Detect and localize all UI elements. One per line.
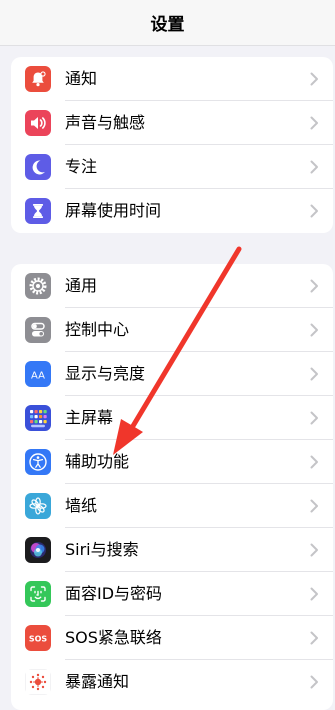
chevron-right-icon xyxy=(310,204,319,218)
siri-icon xyxy=(25,537,51,563)
settings-row-wallpaper[interactable]: 墙纸 xyxy=(11,484,333,528)
settings-row-home-screen[interactable]: 主屏幕 xyxy=(11,396,333,440)
accessibility-icon xyxy=(25,449,51,475)
settings-row-emergency-sos[interactable]: SOS SOS紧急联络 xyxy=(11,616,333,660)
settings-row-control-center[interactable]: 控制中心 xyxy=(11,308,333,352)
row-label: 墙纸 xyxy=(65,496,98,515)
chevron-right-icon xyxy=(310,323,319,337)
chevron-right-icon xyxy=(310,631,319,645)
sos-icon-text: SOS xyxy=(29,635,48,644)
chevron-right-icon xyxy=(310,675,319,689)
notifications-icon xyxy=(25,66,51,92)
settings-group-general: 通用 控制中心 AA 显示与亮度 主屏幕 辅助功能 墙纸 Siri与搜索 面容I… xyxy=(11,264,333,710)
settings-row-notifications[interactable]: 通知 xyxy=(11,57,333,101)
screen-time-hourglass-icon xyxy=(25,198,51,224)
settings-row-focus[interactable]: 专注 xyxy=(11,145,333,189)
settings-row-face-id-passcode[interactable]: 面容ID与密码 xyxy=(11,572,333,616)
chevron-right-icon xyxy=(310,367,319,381)
chevron-right-icon xyxy=(310,455,319,469)
exposure-notification-icon xyxy=(25,669,51,695)
chevron-right-icon xyxy=(310,499,319,513)
row-label: 专注 xyxy=(65,157,98,176)
chevron-right-icon xyxy=(310,160,319,174)
settings-row-siri-search[interactable]: Siri与搜索 xyxy=(11,528,333,572)
row-label: Siri与搜索 xyxy=(65,540,139,559)
chevron-right-icon xyxy=(310,72,319,86)
sos-icon: SOS xyxy=(25,625,51,651)
chevron-right-icon xyxy=(310,543,319,557)
face-id-icon xyxy=(25,581,51,607)
settings-group-focus: 通知 声音与触感 专注 屏幕使用时间 xyxy=(11,57,333,233)
row-label: SOS紧急联络 xyxy=(65,628,162,647)
row-label: 面容ID与密码 xyxy=(65,584,163,603)
chevron-right-icon xyxy=(310,411,319,425)
display-brightness-icon: AA xyxy=(25,361,51,387)
row-label: 控制中心 xyxy=(65,320,130,339)
chevron-right-icon xyxy=(310,279,319,293)
row-label: 主屏幕 xyxy=(65,408,114,427)
settings-row-display-brightness[interactable]: AA 显示与亮度 xyxy=(11,352,333,396)
settings-row-sounds-haptics[interactable]: 声音与触感 xyxy=(11,101,333,145)
settings-row-accessibility[interactable]: 辅助功能 xyxy=(11,440,333,484)
navigation-bar: 设置 xyxy=(0,0,335,46)
general-gear-icon xyxy=(25,273,51,299)
settings-row-exposure-notifications[interactable]: 暴露通知 xyxy=(11,660,333,704)
home-screen-icon xyxy=(25,405,51,431)
row-label: 声音与触感 xyxy=(65,113,146,132)
sounds-icon xyxy=(25,110,51,136)
focus-moon-icon xyxy=(25,154,51,180)
row-label: 显示与亮度 xyxy=(65,364,146,383)
chevron-right-icon xyxy=(310,116,319,130)
display-icon-text: AA xyxy=(31,371,45,382)
settings-row-screen-time[interactable]: 屏幕使用时间 xyxy=(11,189,333,233)
settings-row-general[interactable]: 通用 xyxy=(11,264,333,308)
control-center-icon xyxy=(25,317,51,343)
row-label: 通知 xyxy=(65,69,98,88)
row-label: 辅助功能 xyxy=(65,452,130,471)
page-title: 设置 xyxy=(150,15,185,35)
row-label: 暴露通知 xyxy=(65,672,130,691)
wallpaper-icon xyxy=(25,493,51,519)
row-label: 通用 xyxy=(65,276,98,295)
chevron-right-icon xyxy=(310,587,319,601)
row-label: 屏幕使用时间 xyxy=(65,201,162,220)
